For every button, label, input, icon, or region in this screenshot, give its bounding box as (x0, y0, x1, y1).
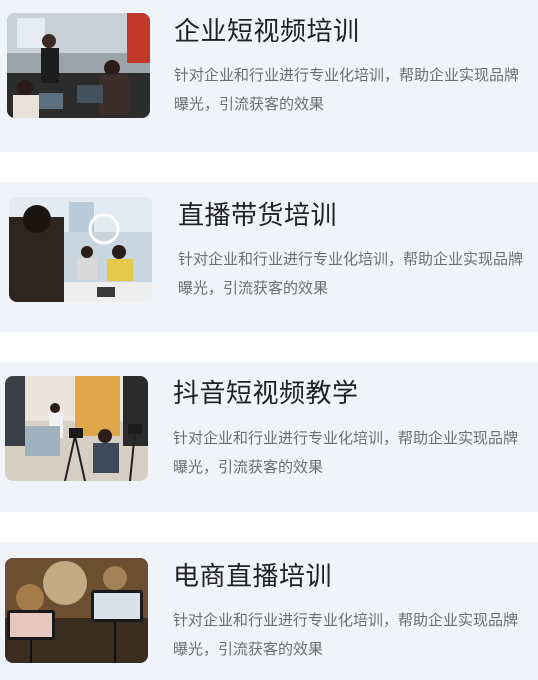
live-stream-training-photo-icon (9, 197, 152, 302)
service-title: 电商直播培训 (173, 562, 333, 592)
service-title: 企业短视频培训 (174, 17, 360, 47)
service-description: 针对企业和行业进行专业化培训，帮助企业实现品牌曝光，引流获客的效果 (173, 611, 519, 658)
service-description: 针对企业和行业进行专业化培训，帮助企业实现品牌曝光，引流获客的效果 (178, 250, 524, 297)
ecommerce-live-photo-icon (5, 558, 148, 663)
service-card-corporate-video[interactable]: 企业短视频培训 针对企业和行业进行专业化培训，帮助企业实现品牌曝光，引流获客的效… (0, 0, 538, 152)
service-description: 针对企业和行业进行专业化培训，帮助企业实现品牌曝光，引流获客的效果 (173, 429, 519, 476)
service-card-douyin-teaching[interactable]: 抖音短视频教学 针对企业和行业进行专业化培训，帮助企业实现品牌曝光，引流获客的效… (0, 362, 538, 512)
service-title: 抖音短视频教学 (173, 379, 359, 409)
service-title: 直播带货培训 (178, 201, 338, 231)
service-card-ecommerce-live[interactable]: 电商直播培训 针对企业和行业进行专业化培训，帮助企业实现品牌曝光，引流获客的效果 (0, 542, 538, 680)
service-description: 针对企业和行业进行专业化培训，帮助企业实现品牌曝光，引流获客的效果 (174, 66, 520, 113)
office-training-photo-icon (7, 13, 150, 118)
video-shooting-photo-icon (5, 376, 148, 481)
service-card-live-commerce[interactable]: 直播带货培训 针对企业和行业进行专业化培训，帮助企业实现品牌曝光，引流获客的效果 (0, 182, 538, 332)
